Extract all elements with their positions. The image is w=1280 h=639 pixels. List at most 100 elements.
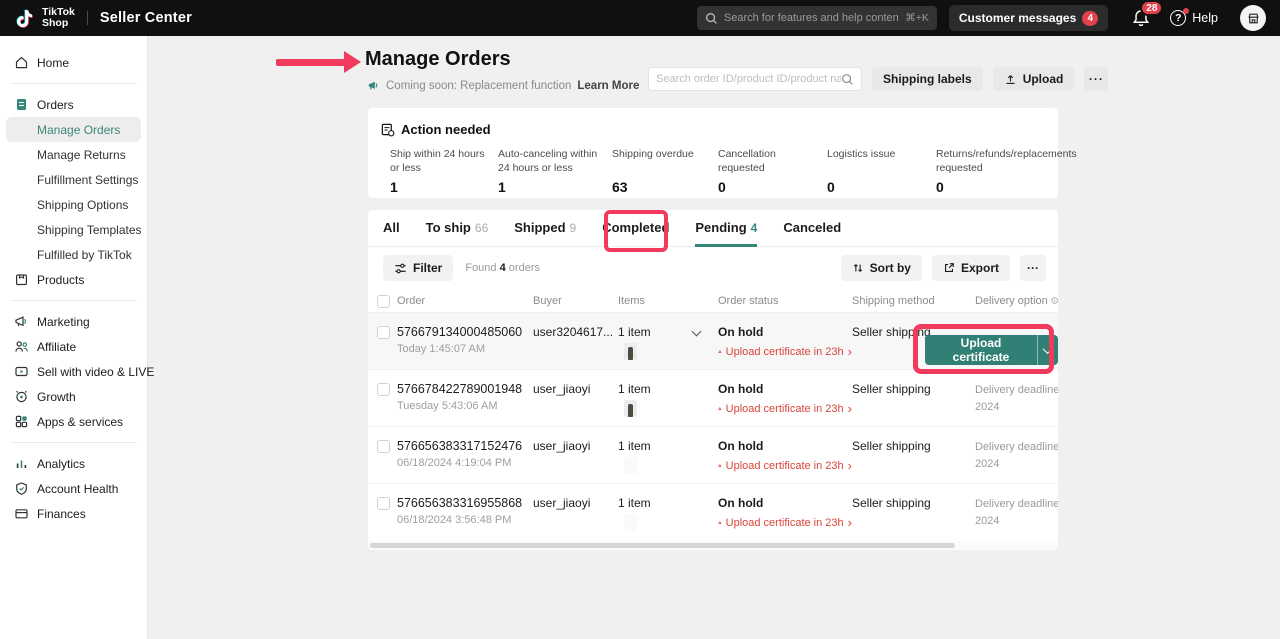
stat-cancellation-requested[interactable]: Cancellation requested 0 xyxy=(718,147,827,195)
search-shortcut: ⌘+K xyxy=(905,12,929,24)
apps-grid-icon xyxy=(14,414,29,429)
sidebar-item-growth[interactable]: Growth xyxy=(0,384,147,409)
stat-ship-within-24h[interactable]: Ship within 24 hours or less 1 xyxy=(390,147,498,195)
stat-shipping-overdue[interactable]: Shipping overdue 63 xyxy=(612,147,718,195)
customer-messages-button[interactable]: Customer messages 4 xyxy=(949,5,1108,31)
announcement-text: Coming soon: Replacement function xyxy=(386,80,571,92)
seller-center-app: TikTok Shop Seller Center ⌘+K Customer m… xyxy=(0,0,1280,639)
sidebar-item-home[interactable]: Home xyxy=(0,50,147,75)
tab-to-ship[interactable]: To ship66 xyxy=(426,220,489,247)
shop-avatar[interactable] xyxy=(1240,5,1266,31)
orders-toolbar: Filter Found 4 orders Sort by Export ··· xyxy=(368,247,1058,289)
upload-button[interactable]: Upload xyxy=(993,67,1075,91)
growth-icon xyxy=(14,389,29,404)
row-checkbox[interactable] xyxy=(377,383,390,396)
filter-button[interactable]: Filter xyxy=(383,255,453,281)
sidebar-item-products[interactable]: Products xyxy=(0,267,147,292)
upload-certificate-warning[interactable]: Upload certificate in 23h › xyxy=(718,516,852,529)
sidebar-item-account-health[interactable]: Account Health xyxy=(0,476,147,501)
export-button[interactable]: Export xyxy=(932,255,1010,281)
sidebar-divider xyxy=(10,83,137,84)
product-thumbnail[interactable] xyxy=(624,343,637,360)
row-checkbox[interactable] xyxy=(377,326,390,339)
sidebar-divider xyxy=(10,442,137,443)
order-status: On hold xyxy=(718,439,852,453)
order-status: On hold xyxy=(718,382,852,396)
help-button[interactable]: ? Help xyxy=(1170,10,1218,26)
global-search[interactable]: ⌘+K xyxy=(697,6,937,30)
order-cell: 576656383316955868 06/18/2024 3:56:48 PM xyxy=(397,496,533,526)
stat-auto-canceling[interactable]: Auto-canceling within 24 hours or less 1 xyxy=(498,147,612,195)
product-thumbnail[interactable] xyxy=(624,514,637,531)
status-cell: On hold Upload certificate in 23h › xyxy=(718,382,852,415)
header-more-button[interactable]: ··· xyxy=(1084,67,1108,91)
learn-more-link[interactable]: Learn More xyxy=(577,80,639,92)
upload-certificate-warning[interactable]: Upload certificate in 23h › xyxy=(718,345,852,358)
customer-messages-badge: 4 xyxy=(1082,11,1098,26)
global-search-input[interactable] xyxy=(724,12,899,24)
sidebar-item-sell-with-video-live[interactable]: Sell with video & LIVE xyxy=(0,359,147,384)
status-cell: On hold Upload certificate in 23h › xyxy=(718,439,852,472)
buyer-cell[interactable]: user3204617... xyxy=(533,325,618,339)
sidebar-item-manage-returns[interactable]: Manage Returns xyxy=(0,142,147,167)
row-checkbox[interactable] xyxy=(377,440,390,453)
sidebar-item-orders[interactable]: Orders xyxy=(0,92,147,117)
buyer-cell[interactable]: user_jiaoyi xyxy=(533,382,618,396)
sidebar-item-analytics[interactable]: Analytics xyxy=(0,451,147,476)
items-cell: 1 item xyxy=(618,439,718,474)
product-thumbnail[interactable] xyxy=(624,400,637,417)
notifications-badge: 28 xyxy=(1140,0,1163,16)
order-id[interactable]: 576656383317152476 xyxy=(397,439,533,453)
action-needed-panel: Action needed Ship within 24 hours or le… xyxy=(368,108,1058,198)
search-icon xyxy=(841,73,854,86)
order-row[interactable]: 576656383317152476 06/18/2024 4:19:04 PM… xyxy=(368,426,1058,483)
order-id[interactable]: 576678422789001948 xyxy=(397,382,533,396)
sidebar-item-fulfillment-settings[interactable]: Fulfillment Settings xyxy=(0,167,147,192)
select-all-checkbox[interactable] xyxy=(377,295,390,308)
order-search-input[interactable] xyxy=(656,73,841,85)
warning-triangle-icon xyxy=(718,460,722,471)
upload-certificate-warning[interactable]: Upload certificate in 23h › xyxy=(718,459,852,472)
order-status: On hold xyxy=(718,325,852,339)
stat-logistics-issue[interactable]: Logistics issue 0 xyxy=(827,147,936,195)
upload-certificate-button[interactable]: Upload certificate xyxy=(925,335,1037,365)
buyer-cell[interactable]: user_jiaoyi xyxy=(533,439,618,453)
status-cell: On hold Upload certificate in 23h › xyxy=(718,496,852,529)
order-row[interactable]: 576678422789001948 Tuesday 5:43:06 AM us… xyxy=(368,369,1058,426)
sidebar-item-shipping-templates[interactable]: Shipping Templates xyxy=(0,217,147,242)
notifications-button[interactable]: 28 xyxy=(1128,5,1154,31)
sidebar-item-marketing[interactable]: Marketing xyxy=(0,309,147,334)
order-id[interactable]: 576656383316955868 xyxy=(397,496,533,510)
table-more-button[interactable]: ··· xyxy=(1020,255,1046,281)
order-search[interactable] xyxy=(648,67,862,91)
sidebar-item-shipping-options[interactable]: Shipping Options xyxy=(0,192,147,217)
info-icon[interactable] xyxy=(1051,295,1058,306)
buyer-cell[interactable]: user_jiaoyi xyxy=(533,496,618,510)
tiktok-shop-logo[interactable]: TikTok Shop xyxy=(42,7,75,29)
order-row[interactable]: 576656383316955868 06/18/2024 3:56:48 PM… xyxy=(368,483,1058,540)
sidebar-item-finances[interactable]: Finances xyxy=(0,501,147,526)
sort-by-button[interactable]: Sort by xyxy=(841,255,922,281)
stat-returns-refunds[interactable]: Returns/refunds/replacements requested 0 xyxy=(936,147,1087,195)
row-checkbox[interactable] xyxy=(377,497,390,510)
shield-icon xyxy=(14,481,29,496)
shipping-labels-button[interactable]: Shipping labels xyxy=(872,67,983,91)
action-needed-icon xyxy=(380,122,395,137)
sidebar-item-apps-services[interactable]: Apps & services xyxy=(0,409,147,434)
sidebar-item-manage-orders[interactable]: Manage Orders xyxy=(6,117,141,142)
tab-all[interactable]: All xyxy=(383,220,400,247)
upload-certificate-dropdown-button[interactable] xyxy=(1037,335,1058,365)
horizontal-scrollbar-thumb[interactable] xyxy=(370,543,955,548)
tab-shipped[interactable]: Shipped9 xyxy=(514,220,576,247)
tab-pending[interactable]: Pending4 xyxy=(695,220,757,247)
tab-completed[interactable]: Completed xyxy=(602,220,669,247)
product-thumbnail[interactable] xyxy=(624,457,637,474)
tab-canceled[interactable]: Canceled xyxy=(783,220,841,247)
action-needed-header: Action needed xyxy=(380,122,1058,137)
order-id[interactable]: 576679134000485060 xyxy=(397,325,533,339)
help-alert-dot xyxy=(1183,8,1189,14)
chevron-right-icon: › xyxy=(848,459,852,472)
sidebar-item-fulfilled-by-tiktok[interactable]: Fulfilled by TikTok xyxy=(0,242,147,267)
sidebar-item-affiliate[interactable]: Affiliate xyxy=(0,334,147,359)
upload-certificate-warning[interactable]: Upload certificate in 23h › xyxy=(718,402,852,415)
